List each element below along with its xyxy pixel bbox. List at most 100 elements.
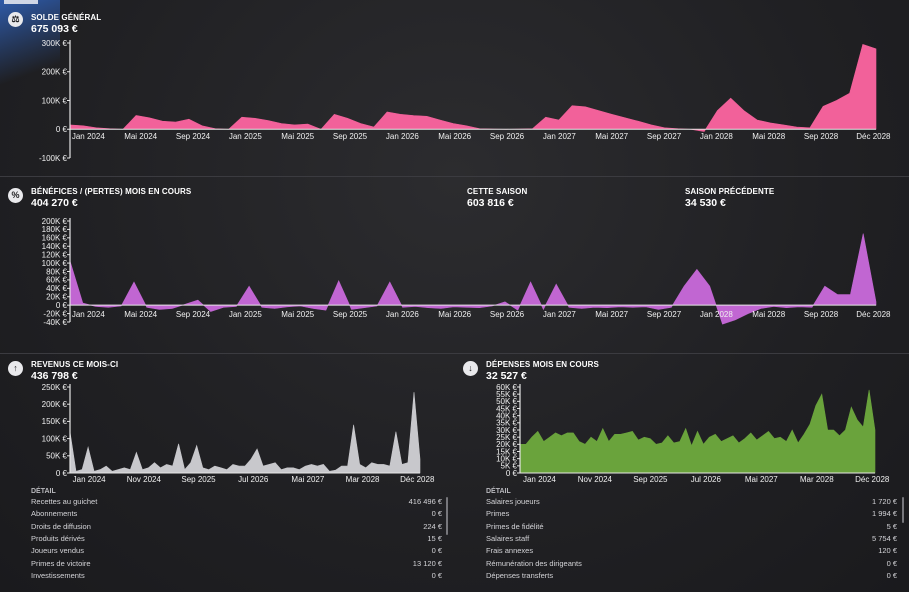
detail-row: Droits de diffusion 224 € [31, 522, 442, 534]
expense-label: DÉPENSES MOIS EN COURS [486, 360, 599, 369]
x-tick-label: Mai 2026 [438, 132, 471, 141]
x-tick-label: Nov 2024 [578, 475, 613, 484]
y-tick-label: 100K € [42, 96, 68, 105]
y-tick-label: 150K € [42, 417, 68, 426]
y-tick-label: 200K € [42, 217, 68, 226]
series-area [69, 392, 421, 474]
y-tick-label: 200K € [42, 400, 68, 409]
detail-row: Salaires staff 5 754 € [486, 534, 897, 546]
y-tick-label: 50K € [46, 452, 67, 461]
detail-value: 416 496 € [408, 497, 442, 506]
series-area [519, 389, 876, 474]
detail-value: 15 € [427, 533, 442, 543]
x-tick-label: Déc 2028 [855, 475, 890, 484]
x-tick-label: Jul 2026 [691, 475, 722, 484]
y-tick-label: 100K € [42, 434, 68, 443]
x-tick-label: Jan 2027 [543, 132, 576, 141]
arrow-up-icon: ↑ [8, 361, 23, 376]
x-tick-label: Nov 2024 [127, 475, 162, 484]
y-tick-label: 250K € [42, 383, 68, 392]
detail-name: Primes de fidélité [486, 521, 544, 531]
detail-name: Dépenses transferts [486, 570, 554, 580]
y-tick-label: 20K € [46, 293, 67, 302]
y-tick-label: 160K € [42, 234, 68, 243]
detail-row: Frais annexes 120 € [486, 546, 897, 558]
x-tick-label: Mai 2025 [281, 310, 314, 319]
y-tick-label: 100K € [42, 259, 68, 268]
detail-name: Frais annexes [486, 546, 534, 556]
x-tick-label: Déc 2028 [856, 132, 891, 141]
revenue-detail-title: DÉTAIL [31, 488, 56, 495]
detail-row: Produits dérivés 15 € [31, 534, 442, 546]
detail-value: 1 720 € [871, 497, 897, 506]
detail-row: Joueurs vendus 0 € [31, 546, 442, 558]
x-tick-label: Mai 2028 [752, 132, 785, 141]
x-tick-label: Sep 2027 [647, 132, 682, 141]
x-tick-label: Jan 2026 [386, 310, 419, 319]
x-tick-label: Sep 2024 [176, 310, 211, 319]
x-tick-label: Mai 2027 [745, 475, 778, 484]
x-tick-label: Mai 2024 [124, 132, 157, 141]
season-label: CETTE SAISON [467, 187, 528, 196]
scale-icon: ⚖ [8, 12, 23, 27]
x-tick-label: Sep 2024 [176, 132, 211, 141]
detail-name: Investissements [31, 570, 85, 580]
y-tick-label: 80K € [46, 267, 67, 276]
y-tick-label: 60K € [496, 383, 517, 392]
detail-row: Dépenses transferts 0 € [486, 571, 897, 583]
expense-detail-scrollbar[interactable] [902, 497, 904, 523]
y-tick-label: 200K € [42, 68, 68, 77]
y-tick-label: 0 € [56, 301, 68, 310]
x-tick-label: Déc 2028 [856, 310, 891, 319]
x-tick-label: Jan 2027 [543, 310, 576, 319]
detail-value: 5 € [886, 521, 897, 531]
detail-row: Primes de victoire 13 120 € [31, 559, 442, 571]
x-tick-label: Mai 2027 [595, 132, 628, 141]
x-tick-label: Jan 2026 [386, 132, 419, 141]
detail-name: Primes de victoire [31, 558, 91, 568]
x-tick-label: Jan 2024 [72, 310, 105, 319]
x-tick-label: Sep 2028 [804, 132, 839, 141]
divider [0, 176, 909, 177]
detail-name: Produits dérivés [31, 533, 85, 543]
x-tick-label: Mai 2024 [124, 310, 157, 319]
x-tick-label: Mai 2027 [291, 475, 324, 484]
y-tick-label: 0 € [56, 125, 68, 134]
percent-icon: % [8, 188, 23, 203]
corner-tab[interactable] [4, 0, 38, 4]
x-tick-label: Sep 2027 [647, 310, 682, 319]
revenue-label: REVENUS CE MOIS-CI [31, 360, 119, 369]
x-tick-label: Sep 2025 [333, 310, 368, 319]
x-tick-label: Sep 2028 [804, 310, 839, 319]
detail-name: Rémunération des dirigeants [486, 558, 582, 568]
x-tick-label: Mai 2028 [752, 310, 785, 319]
expense-detail-title: DÉTAIL [486, 488, 511, 495]
x-tick-label: Sep 2026 [490, 132, 525, 141]
x-tick-label: Jan 2028 [700, 132, 733, 141]
x-tick-label: Mar 2028 [346, 475, 380, 484]
detail-value: 120 € [878, 546, 897, 556]
detail-value: 1 994 € [871, 509, 897, 519]
detail-name: Recettes au guichet [31, 497, 98, 506]
x-tick-label: Mai 2025 [281, 132, 314, 141]
previous-season-label: SAISON PRÉCÉDENTE [685, 187, 775, 196]
x-tick-label: Mai 2026 [438, 310, 471, 319]
detail-value: 224 € [423, 521, 442, 531]
detail-row: Investissements 0 € [31, 571, 442, 583]
x-tick-label: Jan 2025 [229, 310, 262, 319]
detail-value: 0 € [886, 558, 897, 568]
divider [0, 353, 909, 354]
x-tick-label: Déc 2028 [400, 475, 435, 484]
balance-chart: -100K € 0 € 100K € 200K € 300K € Jan 2024 Mai … [39, 39, 891, 163]
detail-name: Joueurs vendus [31, 546, 84, 556]
revenue-detail-scrollbar[interactable] [446, 497, 448, 535]
detail-row: Recettes au guichet 416 496 € [31, 497, 442, 509]
y-tick-label: 180K € [42, 225, 68, 234]
y-tick-label: 0 € [56, 469, 68, 478]
x-tick-label: Sep 2025 [333, 132, 368, 141]
detail-value: 13 120 € [412, 558, 442, 568]
season-value: 603 816 € [467, 197, 514, 209]
detail-name: Salaires joueurs [486, 497, 540, 506]
y-tick-label: 120K € [42, 250, 68, 259]
profit-chart: -40K €-20K €0 €20K €40K €60K €80K €100K … [42, 217, 891, 327]
